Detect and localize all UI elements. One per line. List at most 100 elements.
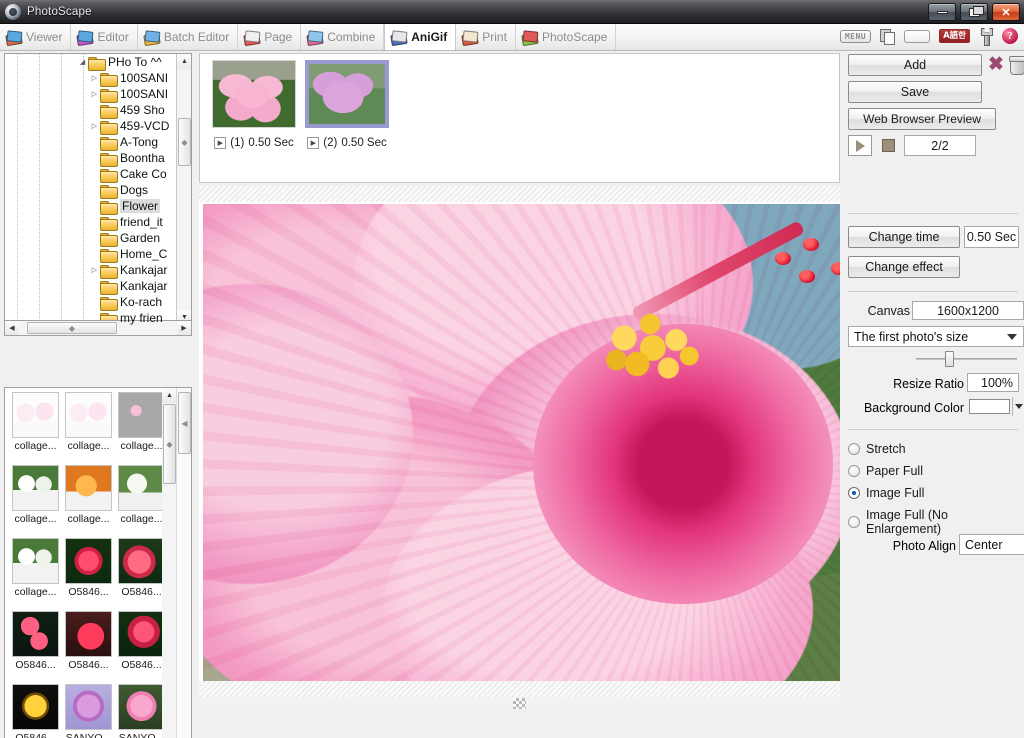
thumbnail-image[interactable] — [65, 538, 112, 584]
tree-item[interactable]: ▷ 100SANI — [5, 86, 177, 103]
thumbnail-image[interactable] — [118, 465, 165, 511]
tab-combine[interactable]: Combine — [301, 24, 385, 50]
frame-filmstrip[interactable]: ▶ (1) 0.50 Sec ▶ (2) 0.50 Sec — [199, 53, 840, 183]
tree-item[interactable]: Kankajar — [5, 278, 177, 295]
thumbnail-image[interactable] — [65, 684, 112, 730]
thumbnail-item[interactable]: O5846... — [9, 611, 62, 684]
thumbnail-item[interactable]: SANYO... — [115, 684, 168, 738]
resize-ratio-value[interactable]: 100% — [967, 373, 1019, 392]
thumbnail-item[interactable]: collage... — [115, 465, 168, 538]
remove-all-icon[interactable]: ✖ — [987, 55, 1005, 74]
thumbnail-image[interactable] — [118, 538, 165, 584]
thumbnail-image[interactable] — [118, 611, 165, 657]
canvas-size-dropdown[interactable]: The first photo's size — [848, 326, 1024, 347]
thumbnail-vertical-scrollbar[interactable]: ▲ ◆ ▼ — [162, 388, 177, 738]
filmstrip-frame[interactable]: ▶ (1) 0.50 Sec — [206, 60, 302, 149]
thumbnail-image[interactable] — [12, 611, 59, 657]
tree-item[interactable]: Ko-rach — [5, 294, 177, 311]
thumbnail-item[interactable]: O5846... — [115, 611, 168, 684]
fit-option-image-full[interactable]: Image Full — [848, 486, 924, 500]
wrench-icon[interactable] — [979, 28, 993, 46]
expand-arrow-icon[interactable]: ◢ — [77, 58, 88, 66]
tree-item[interactable]: ▷ Kankajar — [5, 262, 177, 279]
scroll-thumb[interactable]: ◆ — [178, 118, 191, 166]
tree-item[interactable]: Garden — [5, 230, 177, 247]
web-browser-preview-button[interactable]: Web Browser Preview — [848, 108, 996, 130]
tree-item[interactable]: Home_C — [5, 246, 177, 263]
photo-align-dropdown[interactable]: Center — [959, 534, 1024, 555]
background-color-picker[interactable] — [967, 397, 1024, 416]
scroll-up-icon[interactable]: ▲ — [162, 388, 177, 403]
tree-item[interactable]: A-Tong — [5, 134, 177, 151]
scroll-thumb[interactable]: ◀ — [178, 392, 191, 454]
tree-item[interactable]: Cake Co — [5, 166, 177, 183]
menu-button[interactable]: MENU — [839, 29, 872, 43]
tab-page[interactable]: Page — [238, 24, 302, 50]
change-effect-button[interactable]: Change effect — [848, 256, 960, 278]
fit-option-image-full-no-enlargement[interactable]: Image Full (No Enlargement) — [848, 508, 1024, 536]
radio-button[interactable] — [848, 443, 860, 455]
radio-button[interactable] — [848, 516, 860, 528]
thumbnail-image[interactable] — [65, 392, 112, 438]
tab-batch-editor[interactable]: Batch Editor — [138, 24, 239, 50]
tree-item-root[interactable]: ◢ PHo To ^^ — [5, 54, 177, 71]
tree-item[interactable]: ▷ 100SANI — [5, 70, 177, 87]
maximize-button[interactable] — [960, 3, 988, 21]
frame-thumbnail[interactable] — [212, 60, 296, 128]
scroll-left-icon[interactable]: ◀ — [5, 321, 19, 335]
tab-viewer[interactable]: Viewer — [0, 24, 72, 50]
frame-play-icon[interactable]: ▶ — [307, 137, 320, 149]
scroll-thumb[interactable]: ◆ — [163, 404, 176, 484]
thumbnail-item[interactable]: collage... — [62, 465, 115, 538]
save-button[interactable]: Save — [848, 81, 982, 103]
tree-item-flower[interactable]: Flower — [5, 198, 177, 215]
frame-thumbnail[interactable] — [305, 60, 389, 128]
add-button[interactable]: Add — [848, 54, 982, 76]
slider-knob[interactable] — [945, 351, 954, 367]
tree-horizontal-scrollbar[interactable]: ◀ ◆ ▶ — [4, 320, 192, 336]
tree-item[interactable]: Dogs — [5, 182, 177, 199]
thumbnail-item[interactable]: O5846... — [9, 684, 62, 738]
frame-duration-field[interactable]: 0.50 Sec — [964, 226, 1019, 248]
scroll-thumb[interactable]: ◆ — [27, 322, 117, 334]
color-swatch[interactable] — [969, 399, 1010, 414]
tab-print[interactable]: Print — [456, 24, 516, 50]
thumbnail-item[interactable]: O5846... — [62, 611, 115, 684]
stop-button[interactable] — [877, 135, 899, 156]
thumbnail-item[interactable]: SANYO... — [62, 684, 115, 738]
language-icon[interactable]: A語한 — [939, 28, 970, 44]
resize-ratio-slider[interactable] — [916, 351, 1017, 367]
copy-icon[interactable] — [880, 28, 896, 45]
thumbnail-item[interactable]: collage... — [62, 392, 115, 465]
blank-icon[interactable] — [904, 29, 931, 43]
play-button[interactable] — [848, 135, 872, 156]
tab-anigif[interactable]: AniGif — [384, 24, 457, 50]
thumbnail-item[interactable]: collage... — [9, 538, 62, 611]
thumbnail-image[interactable] — [12, 465, 59, 511]
thumbnail-image[interactable] — [12, 538, 59, 584]
scroll-right-icon[interactable]: ▶ — [177, 321, 191, 335]
tab-photoscape[interactable]: PhotoScape — [516, 24, 617, 50]
canvas-size-value[interactable]: 1600x1200 — [912, 301, 1024, 320]
tree-item[interactable]: friend_it — [5, 214, 177, 231]
thumbnail-browser[interactable]: collage... collage... collage... collage… — [4, 387, 192, 738]
scroll-up-icon[interactable]: ▲ — [177, 54, 191, 69]
thumbnail-secondary-scrollbar[interactable]: ◀ — [176, 388, 191, 738]
fit-option-stretch[interactable]: Stretch — [848, 442, 906, 456]
transparency-checker-icon[interactable] — [513, 698, 526, 709]
radio-button-selected[interactable] — [848, 487, 860, 499]
filmstrip-frame-selected[interactable]: ▶ (2) 0.50 Sec — [299, 60, 395, 149]
minimize-button[interactable] — [928, 3, 956, 21]
close-button[interactable]: ✕ — [992, 3, 1020, 21]
thumbnail-item[interactable]: collage... — [9, 465, 62, 538]
thumbnail-image[interactable] — [12, 392, 59, 438]
thumbnail-image[interactable] — [65, 465, 112, 511]
folder-tree[interactable]: ◢ PHo To ^^ ▷ 100SANI ▷ 100SANI 459 Sho … — [4, 53, 192, 326]
tab-editor[interactable]: Editor — [71, 24, 138, 50]
thumbnail-item[interactable]: O5846... — [115, 538, 168, 611]
tree-item[interactable]: Boontha — [5, 150, 177, 167]
fit-option-paper-full[interactable]: Paper Full — [848, 464, 923, 478]
tree-item[interactable]: ▷ 459-VCD — [5, 118, 177, 135]
thumbnail-image[interactable] — [65, 611, 112, 657]
chevron-down-icon[interactable] — [1012, 397, 1024, 416]
